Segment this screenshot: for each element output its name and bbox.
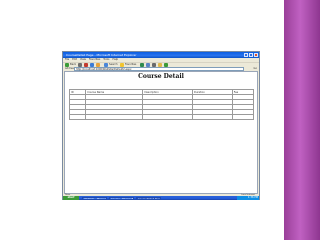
address-input[interactable]: http://localhost:1000/WebSite/Default2.a…: [74, 67, 244, 71]
table-cell: [142, 114, 193, 120]
course-table: ID Course Name Description Duration Fee: [68, 89, 255, 120]
taskbar-item[interactable]: Course - Microsoft Word: [109, 196, 134, 200]
table-cell: [231, 114, 255, 120]
system-tray-clock: 1:36 PM: [237, 196, 259, 200]
table-cell: [191, 114, 233, 120]
taskbar-item[interactable]: WebSite - Microsoft...: [82, 196, 107, 200]
decorative-purple-band: [284, 0, 320, 240]
table-cell: [68, 114, 87, 120]
browser-window: CourseDetail Page - Microsoft Internet E…: [62, 51, 260, 200]
page-content: Course Detail ID Course Name Description…: [64, 71, 258, 194]
table-row: [68, 114, 255, 120]
table-cell: [85, 114, 144, 120]
page-title: Course Detail: [138, 73, 184, 80]
maximize-button[interactable]: [249, 53, 253, 57]
minimize-button[interactable]: [244, 53, 248, 57]
close-button[interactable]: [254, 53, 258, 57]
taskbar: start WebSite - Microsoft... Course - Mi…: [63, 196, 259, 200]
start-button[interactable]: start: [63, 196, 79, 200]
taskbar-item-active[interactable]: CourseDetail Page...: [136, 196, 161, 200]
